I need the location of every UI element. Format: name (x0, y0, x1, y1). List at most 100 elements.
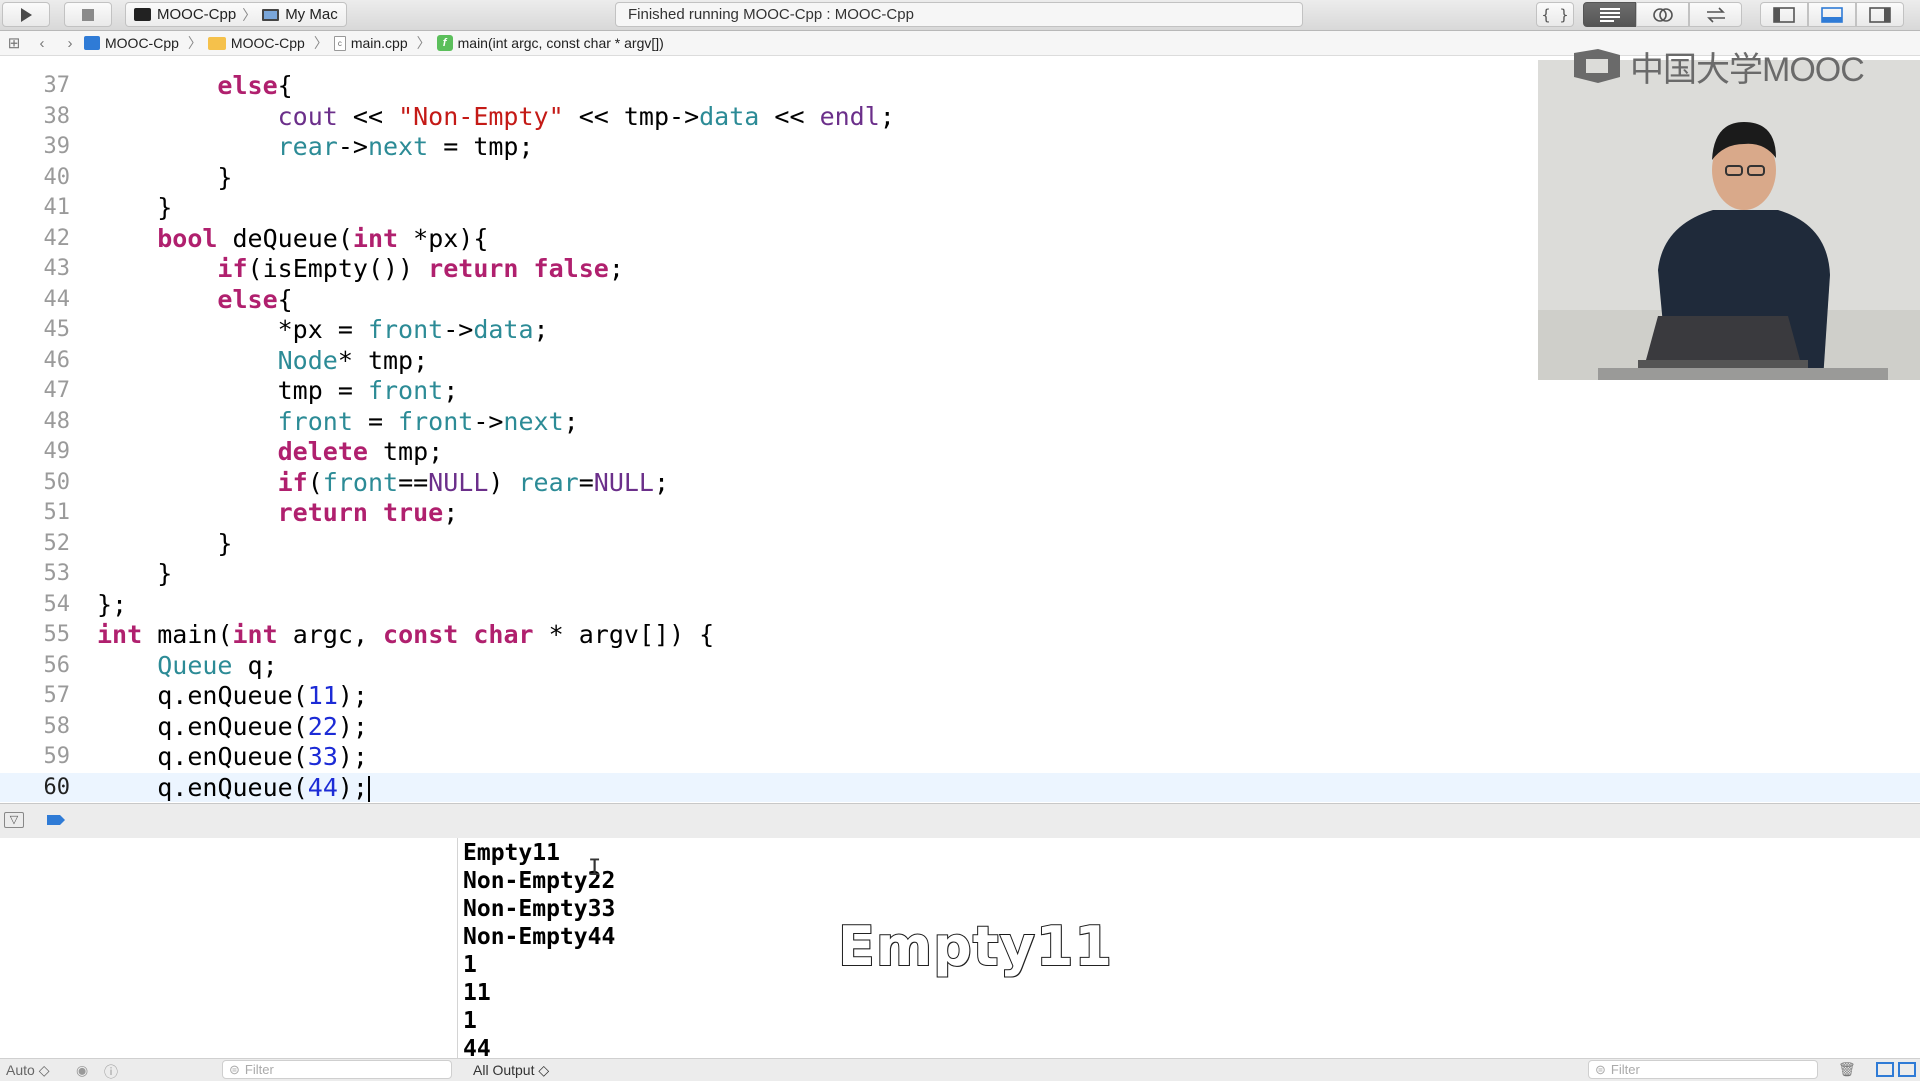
breadcrumb-project[interactable]: MOOC-Cpp 〉 (84, 33, 202, 53)
navigator-toggle-button[interactable] (1760, 2, 1808, 27)
code-line[interactable]: 55 int main(int argc, const char * argv[]… (0, 620, 1920, 650)
run-button[interactable] (2, 2, 50, 27)
breadcrumb-file[interactable]: c main.cpp 〉 (333, 33, 431, 53)
console-pane-toggle-icon[interactable] (1898, 1062, 1916, 1077)
play-icon (21, 7, 32, 22)
variables-scope-selector[interactable]: Auto ◇ (6, 1062, 49, 1079)
breakpoint-icon[interactable] (46, 814, 66, 826)
mooc-logo-icon (1574, 49, 1620, 83)
back-arrow-icon[interactable]: ‹ (28, 35, 56, 52)
console-output-line: 1 (463, 1008, 477, 1034)
line-number: 55 (43, 622, 71, 647)
breadcrumb-folder[interactable]: MOOC-Cpp 〉 (207, 33, 328, 53)
lecture-video-overlay (1538, 60, 1920, 380)
code-text: if(front==NULL) rear=NULL; (277, 468, 670, 497)
output-selector[interactable]: All Output ◇ (473, 1062, 549, 1079)
text-cursor-icon: I (588, 856, 602, 881)
code-line[interactable]: 48 front = front->next; (0, 407, 1920, 437)
project-icon (84, 36, 100, 50)
breadcrumb-label: main(int argc, const char * argv[]) (457, 35, 664, 51)
code-text: } (97, 559, 173, 588)
assistant-editor-button[interactable] (1636, 2, 1689, 27)
scheme-target: MOOC-Cpp (157, 6, 237, 23)
line-number: 41 (43, 195, 71, 220)
terminal-icon (134, 8, 151, 21)
function-icon: f (436, 35, 453, 51)
line-number: 43 (43, 256, 71, 281)
code-line[interactable]: 53 } (0, 559, 1920, 589)
trash-icon[interactable]: 🗑 (1838, 1061, 1856, 1078)
filter-icon: ⊜ (229, 1061, 240, 1077)
console-output[interactable]: Empty11 Non-Empty22 Non-Empty33 Non-Empty44… (458, 838, 1920, 1080)
code-line[interactable]: 49 delete tmp; (0, 437, 1920, 467)
activity-status: Finished running MOOC-Cpp : MOOC-Cpp (615, 2, 1303, 27)
code-text: return true; (277, 498, 459, 527)
code-text: } (97, 193, 173, 222)
breadcrumb-function[interactable]: f main(int argc, const char * argv[]) (436, 35, 664, 51)
line-number: 53 (43, 561, 71, 586)
line-number: 58 (43, 714, 71, 739)
right-panel-icon (1869, 6, 1891, 23)
code-text: tmp = front; (277, 376, 459, 405)
venn-icon (1652, 7, 1673, 22)
code-snippet-button[interactable]: { } (1536, 2, 1574, 27)
line-number: 54 (43, 592, 71, 617)
code-text: front = front->next; (277, 407, 579, 436)
scheme-selector[interactable]: MOOC-Cpp 〉 My Mac (125, 2, 347, 27)
filter-placeholder: Filter (244, 1062, 274, 1077)
eye-icon[interactable]: ◉ (76, 1062, 88, 1079)
hide-debug-area-icon[interactable]: ▽ (4, 812, 24, 828)
utilities-toggle-button[interactable] (1856, 2, 1904, 27)
code-text: else{ (217, 71, 293, 100)
lecturer-image (1538, 60, 1920, 380)
code-text: *px = front->data; (97, 315, 549, 344)
code-text: Node* tmp; (277, 346, 429, 375)
variables-filter-field[interactable]: ⊜ Filter (222, 1060, 452, 1079)
code-line[interactable]: 47 tmp = front; (0, 376, 1920, 406)
breadcrumb-label: MOOC-Cpp (230, 35, 305, 51)
related-items-icon[interactable]: ⊞ (0, 34, 28, 52)
video-subtitle: Empty11 (837, 914, 1113, 979)
code-line[interactable]: 60 q.enQueue(44); (0, 773, 1920, 802)
code-text: q.enQueue(22); (157, 712, 368, 741)
standard-editor-button[interactable] (1583, 2, 1636, 27)
line-number: 51 (43, 500, 71, 525)
code-line[interactable]: 58 q.enQueue(22); (0, 712, 1920, 742)
debug-area-toggle-button[interactable] (1808, 2, 1856, 27)
code-line[interactable]: 52 } (0, 529, 1920, 559)
line-number: 44 (43, 287, 71, 312)
line-number: 52 (43, 531, 71, 556)
filter-icon: ⊜ (1595, 1061, 1606, 1077)
info-icon[interactable]: ⓘ (104, 1062, 118, 1082)
scheme-device: My Mac (285, 6, 338, 23)
code-text: cout << "Non-Empty" << tmp->data << endl… (277, 102, 895, 131)
stop-button[interactable] (64, 2, 112, 27)
line-number: 59 (43, 744, 71, 769)
version-editor-button[interactable] (1689, 2, 1742, 27)
toolbar: MOOC-Cpp 〉 My Mac Finished running MOOC-… (0, 0, 1920, 31)
code-line[interactable]: 57 q.enQueue(11); (0, 681, 1920, 711)
bottom-bar: Auto ◇ ◉ ⓘ ⊜ Filter All Output ◇ ⊜ Filte… (0, 1058, 1920, 1081)
line-number: 47 (43, 378, 71, 403)
variables-view[interactable] (0, 838, 458, 1080)
chevron-right-icon: 〉 (187, 35, 202, 51)
console-filter-field[interactable]: ⊜ Filter (1588, 1060, 1818, 1079)
code-text: q.enQueue(33); (157, 742, 368, 771)
text-caret (367, 776, 370, 802)
forward-arrow-icon[interactable]: › (56, 35, 84, 52)
line-number: 48 (43, 409, 71, 434)
variables-pane-toggle-icon[interactable] (1876, 1062, 1894, 1077)
cpp-file-icon: c (333, 35, 346, 51)
code-text: delete tmp; (277, 437, 444, 466)
code-line[interactable]: 54}; (0, 590, 1920, 620)
code-line[interactable]: 59 q.enQueue(33); (0, 742, 1920, 772)
code-line[interactable]: 56 Queue q; (0, 651, 1920, 681)
code-line[interactable]: 50 if(front==NULL) rear=NULL; (0, 468, 1920, 498)
code-line[interactable]: 51 return true; (0, 498, 1920, 528)
code-text: q.enQueue(44); (157, 773, 370, 802)
console-output-line: Non-Empty44 (463, 924, 616, 950)
code-text: q.enQueue(11); (157, 681, 368, 710)
line-number: 37 (43, 73, 71, 98)
line-number: 45 (43, 317, 71, 342)
stop-icon (82, 8, 94, 21)
